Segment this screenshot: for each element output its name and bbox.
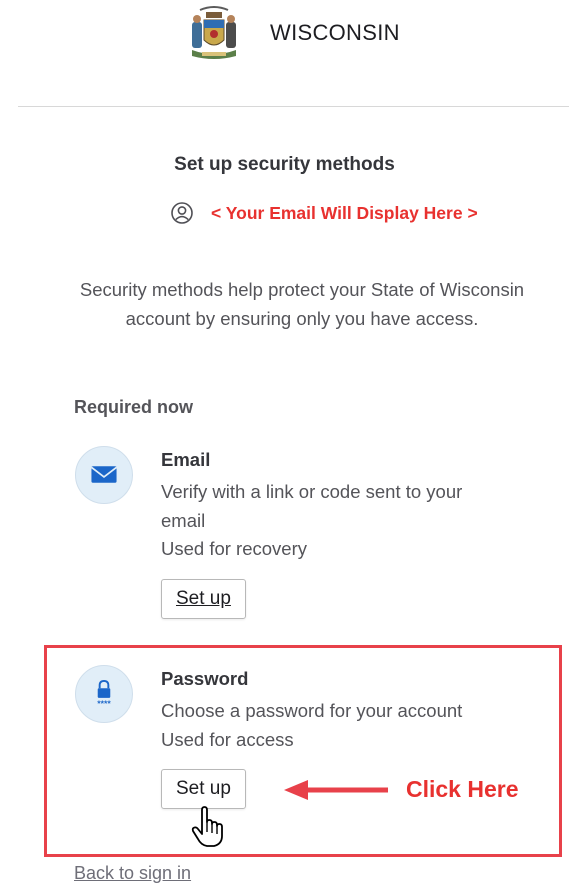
brand-name: WISCONSIN [270, 20, 400, 45]
password-method-icon: **** [75, 665, 133, 723]
header: WISCONSIN [0, 0, 569, 106]
password-setup-button[interactable]: Set up [161, 769, 246, 809]
user-identifier: < Your Email Will Display Here > [171, 200, 478, 226]
left-arrow-annotation-icon [284, 780, 388, 800]
password-method-name: Password [161, 668, 249, 689]
click-here-callout: Click Here [406, 776, 519, 802]
wisconsin-seal-logo [186, 4, 242, 62]
password-method-description: Choose a password for your account Used … [161, 697, 462, 754]
page-title: Set up security methods [174, 154, 395, 175]
intro-text: Security methods help protect your State… [79, 279, 525, 329]
header-divider [18, 106, 569, 107]
email-placeholder-note: < Your Email Will Display Here > [211, 202, 478, 223]
description-line: Choose a password for your account [161, 700, 463, 721]
password-mask-text: **** [97, 699, 111, 709]
email-method-icon [75, 446, 133, 504]
envelope-icon [90, 466, 118, 483]
email-setup-button[interactable]: Set up [161, 579, 246, 619]
description-line: Verify with a link or code sent to your [161, 481, 463, 502]
password-lock-icon: **** [97, 679, 111, 709]
email-method-name: Email [161, 449, 211, 470]
hand-pointer-cursor-icon [191, 806, 223, 847]
description-line: Used for access [161, 728, 294, 750]
user-circle-icon [171, 202, 193, 224]
description-line: email [161, 509, 206, 531]
back-to-sign-in-link[interactable]: Back to sign in [74, 863, 191, 884]
description-line: Used for recovery [161, 538, 307, 559]
email-method-description: Verify with a link or code sent to your … [161, 478, 462, 564]
required-now-heading: Required now [74, 397, 194, 417]
